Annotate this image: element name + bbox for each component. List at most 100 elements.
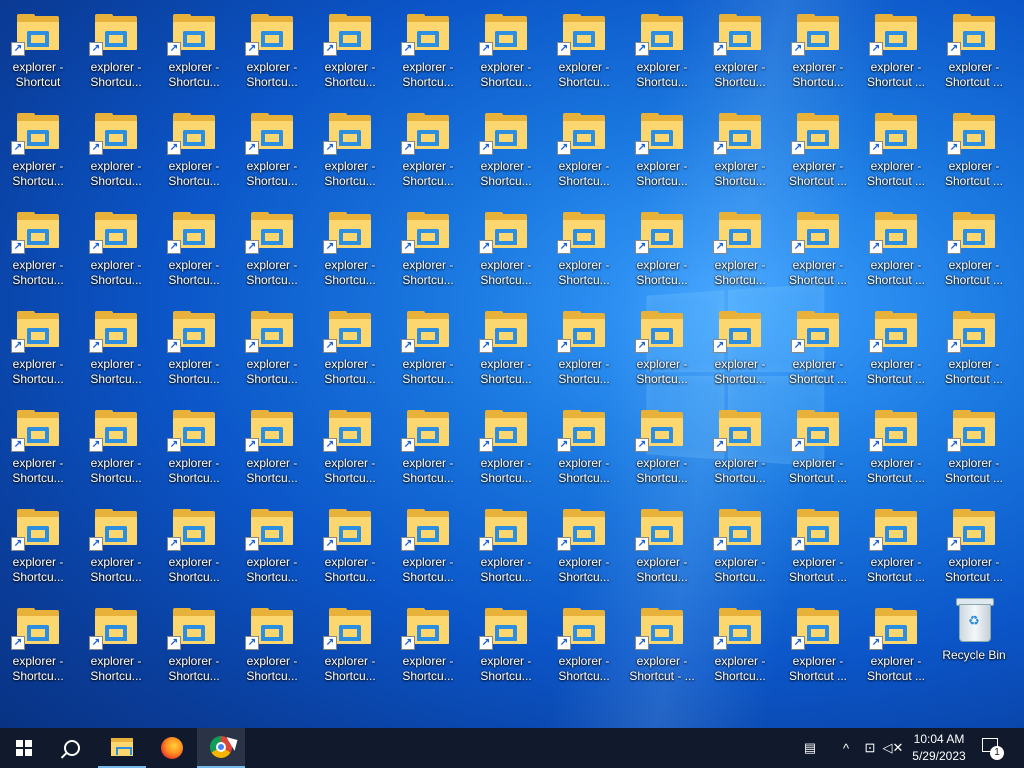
desktop-shortcut-explorer[interactable]: ↗ explorer - Shortcu... xyxy=(234,206,310,298)
desktop-shortcut-explorer[interactable]: ↗ explorer - Shortcu... xyxy=(156,107,232,199)
desktop-shortcut-explorer[interactable]: ↗ explorer - Shortcu... xyxy=(78,404,154,496)
desktop-shortcut-explorer[interactable]: ↗ explorer - Shortcut ... xyxy=(780,206,856,298)
desktop-shortcut-explorer[interactable]: ↗ explorer - Shortcu... xyxy=(390,503,466,595)
desktop-shortcut-explorer[interactable]: ↗ explorer - Shortcu... xyxy=(312,206,388,298)
desktop-shortcut-explorer[interactable]: ↗ explorer - Shortcu... xyxy=(234,503,310,595)
desktop-shortcut-explorer[interactable]: ↗ explorer - Shortcu... xyxy=(234,8,310,100)
desktop-shortcut-explorer[interactable]: ↗ explorer - Shortcu... xyxy=(234,404,310,496)
desktop-shortcut-explorer[interactable]: ↗ explorer - Shortcu... xyxy=(0,206,76,298)
desktop-shortcut-explorer[interactable]: ↗ explorer - Shortcut ... xyxy=(858,503,934,595)
desktop-shortcut-explorer[interactable]: ↗ explorer - Shortcu... xyxy=(702,107,778,199)
desktop-shortcut-explorer[interactable]: ↗ explorer - Shortcu... xyxy=(624,206,700,298)
desktop-shortcut-explorer[interactable]: ↗ explorer - Shortcu... xyxy=(546,8,622,100)
desktop-shortcut-explorer[interactable]: ↗ explorer - Shortcu... xyxy=(390,602,466,694)
desktop-shortcut-explorer[interactable]: ↗ explorer - Shortcu... xyxy=(312,602,388,694)
desktop-shortcut-explorer[interactable]: ↗ explorer - Shortcut ... xyxy=(858,107,934,199)
desktop-shortcut-explorer[interactable]: ↗ explorer - Shortcu... xyxy=(156,8,232,100)
desktop-shortcut-explorer[interactable]: ↗ explorer - Shortcut xyxy=(0,8,76,100)
desktop-shortcut-explorer[interactable]: ↗ explorer - Shortcu... xyxy=(156,503,232,595)
desktop-shortcut-explorer[interactable]: ↗ explorer - Shortcu... xyxy=(468,503,544,595)
desktop-shortcut-explorer[interactable]: ↗ explorer - Shortcu... xyxy=(546,206,622,298)
desktop-shortcut-explorer[interactable]: ↗ explorer - Shortcu... xyxy=(468,206,544,298)
desktop-shortcut-explorer[interactable]: ↗ explorer - Shortcu... xyxy=(0,602,76,694)
desktop-shortcut-explorer[interactable]: ↗ explorer - Shortcut ... xyxy=(858,602,934,694)
desktop-shortcut-explorer[interactable]: ↗ explorer - Shortcu... xyxy=(0,305,76,397)
desktop-shortcut-explorer[interactable]: ↗ explorer - Shortcu... xyxy=(546,404,622,496)
desktop-shortcut-explorer[interactable]: ↗ explorer - Shortcu... xyxy=(624,8,700,100)
desktop-shortcut-explorer[interactable]: ↗ explorer - Shortcu... xyxy=(312,404,388,496)
desktop-shortcut-explorer[interactable]: ↗ explorer - Shortcu... xyxy=(156,206,232,298)
desktop-shortcut-explorer[interactable]: ↗ explorer - Shortcu... xyxy=(468,8,544,100)
desktop-shortcut-explorer[interactable]: ↗ explorer - Shortcu... xyxy=(156,404,232,496)
desktop-shortcut-explorer[interactable]: ↗ explorer - Shortcu... xyxy=(312,8,388,100)
desktop-shortcut-explorer[interactable]: ↗ explorer - Shortcut ... xyxy=(858,404,934,496)
desktop-shortcut-explorer[interactable]: ↗ explorer - Shortcut ... xyxy=(936,503,1012,595)
desktop-shortcut-explorer[interactable]: ↗ explorer - Shortcu... xyxy=(468,602,544,694)
desktop-shortcut-explorer[interactable]: ↗ explorer - Shortcu... xyxy=(624,503,700,595)
desktop-shortcut-explorer[interactable]: ↗ explorer - Shortcu... xyxy=(702,8,778,100)
start-button[interactable] xyxy=(0,728,48,768)
desktop-shortcut-explorer[interactable]: ↗ explorer - Shortcu... xyxy=(468,404,544,496)
desktop-shortcut-explorer[interactable]: ↗ explorer - Shortcut ... xyxy=(936,305,1012,397)
desktop-shortcut-explorer[interactable]: ↗ explorer - Shortcu... xyxy=(624,305,700,397)
desktop-shortcut-explorer[interactable]: ↗ explorer - Shortcu... xyxy=(234,305,310,397)
search-button[interactable] xyxy=(48,728,96,768)
show-hidden-icons-button[interactable]: ^ xyxy=(836,728,856,768)
desktop-shortcut-explorer[interactable]: ↗ explorer - Shortcu... xyxy=(78,503,154,595)
desktop-shortcut-explorer[interactable]: ↗ explorer - Shortcu... xyxy=(312,305,388,397)
action-center-button[interactable]: 1 xyxy=(982,736,1004,760)
desktop-recycle-bin[interactable]: ♻ Recycle Bin xyxy=(936,594,1012,686)
volume-button[interactable]: ◁✕ xyxy=(882,728,904,768)
desktop-shortcut-explorer[interactable]: ↗ explorer - Shortcut ... xyxy=(780,602,856,694)
desktop-shortcut-explorer[interactable]: ↗ explorer - Shortcu... xyxy=(78,107,154,199)
desktop-shortcut-explorer[interactable]: ↗ explorer - Shortcut ... xyxy=(858,8,934,100)
desktop-shortcut-explorer[interactable]: ↗ explorer - Shortcut ... xyxy=(936,107,1012,199)
desktop-shortcut-explorer[interactable]: ↗ explorer - Shortcu... xyxy=(234,602,310,694)
desktop-shortcut-explorer[interactable]: ↗ explorer - Shortcut ... xyxy=(936,404,1012,496)
desktop-shortcut-explorer[interactable]: ↗ explorer - Shortcu... xyxy=(156,602,232,694)
desktop[interactable]: ↗ explorer - Shortcut ↗ explorer - Shortcu...… xyxy=(0,0,1024,728)
desktop-shortcut-explorer[interactable]: ↗ explorer - Shortcu... xyxy=(312,503,388,595)
desktop-shortcut-explorer[interactable]: ↗ explorer - Shortcut ... xyxy=(936,8,1012,100)
desktop-shortcut-explorer[interactable]: ↗ explorer - Shortcu... xyxy=(390,8,466,100)
desktop-shortcut-explorer[interactable]: ↗ explorer - Shortcu... xyxy=(546,503,622,595)
desktop-shortcut-explorer[interactable]: ↗ explorer - Shortcu... xyxy=(156,305,232,397)
desktop-shortcut-explorer[interactable]: ↗ explorer - Shortcut ... xyxy=(858,305,934,397)
desktop-shortcut-explorer[interactable]: ↗ explorer - Shortcut ... xyxy=(780,404,856,496)
desktop-shortcut-explorer[interactable]: ↗ explorer - Shortcut ... xyxy=(780,305,856,397)
desktop-shortcut-explorer[interactable]: ↗ explorer - Shortcut ... xyxy=(780,503,856,595)
desktop-shortcut-explorer[interactable]: ↗ explorer - Shortcu... xyxy=(78,305,154,397)
taskbar-app-file-explorer[interactable] xyxy=(98,728,146,768)
desktop-shortcut-explorer[interactable]: ↗ explorer - Shortcu... xyxy=(78,206,154,298)
desktop-shortcut-explorer[interactable]: ↗ explorer - Shortcu... xyxy=(702,305,778,397)
desktop-shortcut-explorer[interactable]: ↗ explorer - Shortcut ... xyxy=(780,107,856,199)
clock[interactable]: 10:04 AM 5/29/2023 xyxy=(906,731,972,765)
desktop-shortcut-explorer[interactable]: ↗ explorer - Shortcut ... xyxy=(936,206,1012,298)
desktop-shortcut-explorer[interactable]: ↗ explorer - Shortcu... xyxy=(390,107,466,199)
desktop-shortcut-explorer[interactable]: ↗ explorer - Shortcu... xyxy=(78,602,154,694)
desktop-shortcut-explorer[interactable]: ↗ explorer - Shortcu... xyxy=(468,305,544,397)
desktop-shortcut-explorer[interactable]: ↗ explorer - Shortcu... xyxy=(624,107,700,199)
desktop-shortcut-explorer[interactable]: ↗ explorer - Shortcu... xyxy=(390,404,466,496)
desktop-shortcut-explorer[interactable]: ↗ explorer - Shortcu... xyxy=(702,602,778,694)
desktop-shortcut-explorer[interactable]: ↗ explorer - Shortcu... xyxy=(780,8,856,100)
desktop-shortcut-explorer[interactable]: ↗ explorer - Shortcu... xyxy=(702,404,778,496)
desktop-shortcut-explorer[interactable]: ↗ explorer - Shortcu... xyxy=(390,206,466,298)
desktop-shortcut-explorer[interactable]: ↗ explorer - Shortcu... xyxy=(0,107,76,199)
network-button[interactable]: ⊡ xyxy=(860,728,880,768)
desktop-shortcut-explorer[interactable]: ↗ explorer - Shortcu... xyxy=(0,503,76,595)
desktop-shortcut-explorer[interactable]: ↗ explorer - Shortcu... xyxy=(546,107,622,199)
touch-keyboard-button[interactable]: ▤ xyxy=(796,728,824,768)
desktop-shortcut-explorer[interactable]: ↗ explorer - Shortcu... xyxy=(546,305,622,397)
desktop-shortcut-explorer[interactable]: ↗ explorer - Shortcu... xyxy=(546,602,622,694)
desktop-shortcut-explorer[interactable]: ↗ explorer - Shortcu... xyxy=(702,206,778,298)
desktop-shortcut-explorer[interactable]: ↗ explorer - Shortcu... xyxy=(390,305,466,397)
desktop-shortcut-explorer[interactable]: ↗ explorer - Shortcu... xyxy=(624,404,700,496)
desktop-shortcut-explorer[interactable]: ↗ explorer - Shortcut ... xyxy=(858,206,934,298)
desktop-shortcut-explorer[interactable]: ↗ explorer - Shortcu... xyxy=(78,8,154,100)
desktop-shortcut-explorer[interactable]: ↗ explorer - Shortcu... xyxy=(312,107,388,199)
taskbar-app-firefox[interactable] xyxy=(148,728,196,768)
desktop-shortcut-explorer[interactable]: ↗ explorer - Shortcu... xyxy=(234,107,310,199)
desktop-shortcut-explorer[interactable]: ↗ explorer - Shortcu... xyxy=(468,107,544,199)
desktop-shortcut-explorer[interactable]: ↗ explorer - Shortcu... xyxy=(702,503,778,595)
